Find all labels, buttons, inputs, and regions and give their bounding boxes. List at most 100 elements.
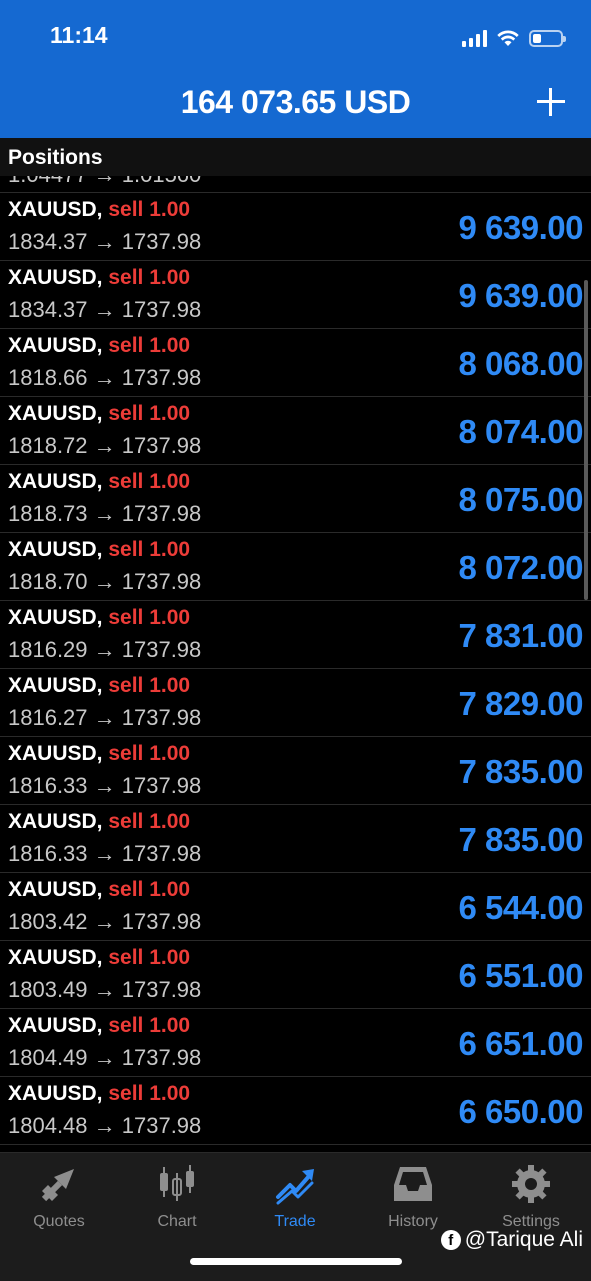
position-title: XAUUSD, sell 1.00: [8, 266, 190, 290]
position-prices: 1818.72 → 1737.98: [8, 433, 202, 458]
position-action: sell 1.00: [108, 878, 191, 901]
trade-icon: [276, 1169, 314, 1205]
position-row[interactable]: XAUUSD, sell 1.00 1818.70 → 1737.98 8 072.…: [0, 533, 591, 601]
position-profit: 8 074.00: [458, 413, 584, 450]
position-title: XAUUSD, sell 1.00: [8, 878, 190, 902]
position-action: sell 1.00: [108, 1014, 191, 1037]
position-action: sell 1.00: [108, 538, 191, 561]
position-action: sell 1.00: [108, 946, 191, 969]
tab-quotes[interactable]: Quotes: [0, 1163, 118, 1231]
position-profit: 7 835.00: [458, 821, 584, 858]
position-prices: 1816.27 → 1737.98: [8, 705, 202, 730]
home-indicator: [190, 1258, 402, 1265]
position-row[interactable]: XAUUSD, sell 1.00 1818.66 → 1737.98 8 068.…: [0, 329, 591, 397]
position-row[interactable]: XAUUSD, sell 1.00 1818.72 → 1737.98 8 074.…: [0, 397, 591, 465]
position-title: XAUUSD, sell 1.00: [8, 1082, 190, 1106]
position-profit: 7 835.00: [458, 753, 584, 790]
position-profit: 6 651.00: [458, 1025, 584, 1062]
position-symbol: XAUUSD,: [8, 1014, 103, 1037]
tab-settings[interactable]: Settings: [472, 1163, 590, 1231]
position-row[interactable]: XAUUSD, sell 1.00 1803.42 → 1737.98 6 544.…: [0, 873, 591, 941]
position-prices: 1816.33 → 1737.98: [8, 773, 202, 798]
position-prices: 1804.49 → 1737.98: [8, 1045, 202, 1070]
position-profit: 8 068.00: [458, 345, 584, 382]
positions-list[interactable]: 1.04477 → 1.01560 XAUUSD, sell 1.001834.…: [0, 160, 591, 1152]
position-symbol: XAUUSD,: [8, 946, 103, 969]
position-action: sell 1.00: [108, 402, 191, 425]
position-title: XAUUSD, sell 1.00: [8, 538, 190, 562]
position-action: sell 1.00: [108, 334, 191, 357]
position-row[interactable]: XAUUSD, sell 1.00 1834.37 → 1737.98 9 639.…: [0, 261, 591, 329]
position-profit: 7 831.00: [458, 617, 584, 654]
position-prices: 1804.48 → 1737.98: [8, 1113, 202, 1138]
position-symbol: XAUUSD,: [8, 1082, 103, 1105]
position-title: XAUUSD, sell 1.00: [8, 470, 190, 494]
position-profit: 8 075.00: [458, 481, 584, 518]
status-icons: [462, 26, 566, 50]
position-action: sell 1.00: [108, 266, 191, 289]
scrollbar[interactable]: [584, 280, 588, 600]
position-profit: 6 551.00: [458, 957, 584, 994]
tab-chart[interactable]: Chart: [118, 1163, 236, 1231]
app-header: 11:14 164 073.65 USD: [0, 0, 591, 138]
position-symbol: XAUUSD,: [8, 470, 103, 493]
position-action: sell 1.00: [108, 674, 191, 697]
quotes-icon: [41, 1169, 74, 1202]
chart-icon: [160, 1165, 194, 1201]
position-prices: 1834.37 → 1737.98: [8, 229, 202, 254]
position-prices: 1818.66 → 1737.98: [8, 365, 202, 390]
position-row[interactable]: XAUUSD, sell 1.00 1804.49 → 1737.98 6 651.…: [0, 1009, 591, 1077]
position-row[interactable]: XAUUSD, sell 1.00 1816.27 → 1737.98 7 829.…: [0, 669, 591, 737]
position-title: XAUUSD, sell 1.00: [8, 402, 190, 426]
watermark-text: @Tarique Ali: [464, 1228, 583, 1251]
position-title: XAUUSD, sell 1.00: [8, 1014, 190, 1038]
position-symbol: XAUUSD,: [8, 402, 103, 425]
position-symbol: XAUUSD,: [8, 674, 103, 697]
battery-icon: [529, 29, 566, 47]
position-row[interactable]: XAUUSD, sell 1.00 1818.73 → 1737.98 8 075.…: [0, 465, 591, 533]
tab-label: Quotes: [33, 1213, 85, 1230]
position-row[interactable]: XAUUSD, sell 1.00 1816.33 → 1737.98 7 835.…: [0, 737, 591, 805]
position-action: sell 1.00: [108, 198, 191, 221]
position-symbol: XAUUSD,: [8, 606, 103, 629]
watermark: f @Tarique Ali: [440, 1228, 583, 1252]
position-title: XAUUSD, sell 1.00: [8, 810, 190, 834]
position-prices: 1834.37 → 1737.98: [8, 297, 202, 322]
position-prices: 1803.49 → 1737.98: [8, 977, 202, 1002]
position-title: XAUUSD, sell 1.00: [8, 606, 190, 630]
position-prices: 1816.33 → 1737.98: [8, 841, 202, 866]
position-profit: 7 829.00: [458, 685, 584, 722]
position-row[interactable]: XAUUSD, sell 1.00 1803.49 → 1737.98 6 551.…: [0, 941, 591, 1009]
tab-label: Chart: [157, 1213, 197, 1230]
position-action: sell 1.00: [108, 470, 191, 493]
position-profit: 9 639.00: [458, 277, 584, 314]
position-symbol: XAUUSD,: [8, 742, 103, 765]
position-row[interactable]: XAUUSD, sell 1.00 1816.29 → 1737.98 7 831.…: [0, 601, 591, 669]
position-action: sell 1.00: [108, 1082, 191, 1105]
position-row[interactable]: XAUUSD, sell 1.00 1834.37 → 1737.98 9 639.…: [0, 193, 591, 261]
position-symbol: XAUUSD,: [8, 538, 103, 561]
tab-trade[interactable]: Trade: [236, 1163, 354, 1231]
position-profit: 8 072.00: [458, 549, 584, 586]
position-symbol: XAUUSD,: [8, 878, 103, 901]
position-title: XAUUSD, sell 1.00: [8, 946, 190, 970]
position-symbol: XAUUSD,: [8, 810, 103, 833]
tab-label: Trade: [274, 1213, 316, 1230]
new-order-button[interactable]: [535, 86, 567, 118]
position-profit: 6 544.00: [458, 889, 584, 926]
tab-history[interactable]: History: [354, 1163, 472, 1231]
position-symbol: XAUUSD,: [8, 266, 103, 289]
position-profit: 9 639.00: [458, 209, 584, 246]
position-action: sell 1.00: [108, 810, 191, 833]
position-row[interactable]: XAUUSD, sell 1.00 1804.48 → 1737.98 6 650.…: [0, 1077, 591, 1145]
position-row[interactable]: XAUUSD, sell 1.00 1816.33 → 1737.98 7 835.…: [0, 805, 591, 873]
cellular-signal-icon: [462, 29, 487, 47]
wifi-icon: [497, 30, 519, 46]
account-balance: 164 073.65 USD: [180, 84, 411, 120]
facebook-icon: f: [440, 1230, 461, 1250]
history-icon: [394, 1167, 432, 1201]
position-prices: 1818.73 → 1737.98: [8, 501, 202, 526]
position-symbol: XAUUSD,: [8, 198, 103, 221]
position-title: XAUUSD, sell 1.00: [8, 198, 190, 222]
position-title: XAUUSD, sell 1.00: [8, 674, 190, 698]
